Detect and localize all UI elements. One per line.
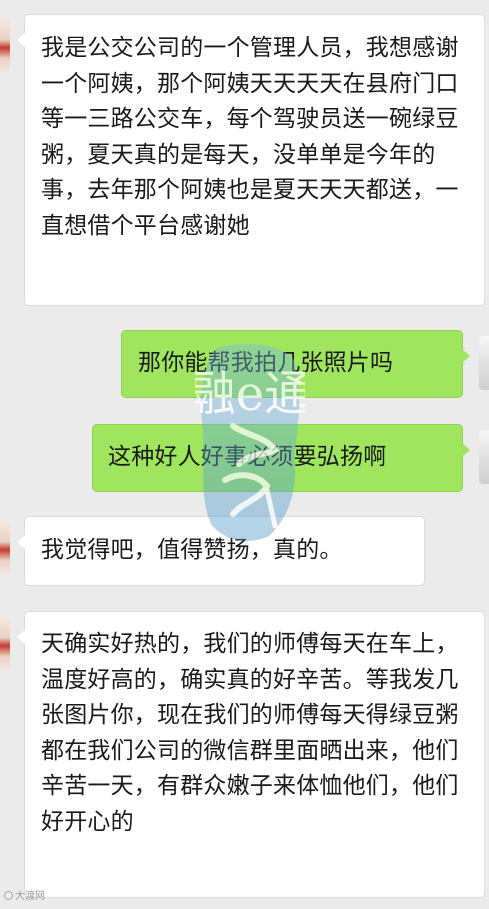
source-watermark-text: 大渡网 (15, 891, 45, 902)
sender-avatar[interactable] (0, 18, 10, 72)
outgoing-message-bubble[interactable]: 那你能帮我拍几张照片吗 (121, 330, 470, 398)
self-avatar[interactable] (479, 336, 489, 390)
sender-avatar[interactable] (0, 520, 10, 574)
message-text: 那你能帮我拍几张照片吗 (138, 350, 394, 376)
chat-thread: 我是公交公司的一个管理人员，我想感谢一个阿姨，那个阿姨天天天天在县府门口等一三路… (0, 0, 489, 909)
self-avatar[interactable] (479, 430, 489, 484)
message-text: 我觉得吧，值得赞扬，真的。 (41, 537, 343, 563)
outgoing-message-bubble[interactable]: 这种好人好事必须要弘扬啊 (92, 424, 470, 492)
weibo-icon (4, 891, 13, 900)
message-text: 我是公交公司的一个管理人员，我想感谢一个阿姨，那个阿姨天天天天在县府门口等一三路… (41, 35, 459, 239)
incoming-message-bubble[interactable]: 我是公交公司的一个管理人员，我想感谢一个阿姨，那个阿姨天天天天在县府门口等一三路… (17, 14, 485, 306)
message-text: 这种好人好事必须要弘扬啊 (108, 444, 387, 470)
incoming-message-bubble[interactable]: 天确实好热的，我们的师傅每天在车上，温度好高的，确实真的好辛苦。等我发几张图片你… (17, 611, 485, 898)
message-text: 天确实好热的，我们的师傅每天在车上，温度好高的，确实真的好辛苦。等我发几张图片你… (41, 631, 459, 835)
sender-avatar[interactable] (0, 616, 10, 670)
source-watermark: 大渡网 (4, 890, 45, 904)
incoming-message-bubble[interactable]: 我觉得吧，值得赞扬，真的。 (17, 516, 425, 586)
